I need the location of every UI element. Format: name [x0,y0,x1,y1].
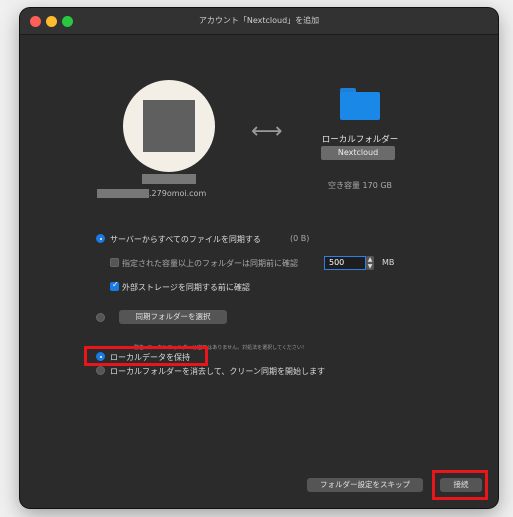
folder-icon [340,88,380,120]
sync-all-label: サーバーからすべてのファイルを同期する [110,235,261,244]
local-folder-path-button[interactable]: Nextcloud [321,146,395,160]
clean-sync-radio[interactable] [96,366,105,375]
account-email: .279omoi.com [149,189,207,198]
highlight-keep-local [84,346,208,366]
redacted-email-prefix [97,189,149,198]
ask-external-storage-checkbox[interactable] [110,280,119,291]
size-limit-input[interactable]: 500 [324,256,366,270]
redacted-username [142,174,196,184]
sync-all-size: (0 B) [290,234,310,243]
avatar [123,80,215,172]
size-unit-label: MB [382,258,395,267]
avatar-placeholder-icon [143,100,195,152]
sync-all-radio[interactable] [96,234,105,243]
ask-large-folders-checkbox[interactable] [110,258,119,267]
highlight-connect [432,470,488,500]
local-folder-label: ローカルフォルダー [321,135,399,145]
add-account-window: アカウント「Nextcloud」を追加 .279omoi.com ⟷ ローカルフ… [20,8,498,508]
size-limit-stepper[interactable]: ▲ ▼ [366,256,374,270]
clean-sync-label: ローカルフォルダーを消去して、クリーン同期を開始します [110,367,325,376]
choose-folders-button[interactable]: 同期フォルダーを選択 [119,310,227,324]
skip-folder-config-button[interactable]: フォルダー設定をスキップ [307,478,423,492]
ask-large-folders-label: 指定された容量以上のフォルダーは同期前に確認 [122,259,298,268]
window-title: アカウント「Nextcloud」を追加 [198,16,320,25]
ask-external-storage-label: 外部ストレージを同期する前に確認 [122,283,250,292]
sync-arrows-icon: ⟷ [251,119,283,144]
free-space-text: 空き容量 170 GB [327,181,393,190]
choose-folders-radio[interactable] [96,313,105,322]
title-bar: アカウント「Nextcloud」を追加 [20,8,498,35]
